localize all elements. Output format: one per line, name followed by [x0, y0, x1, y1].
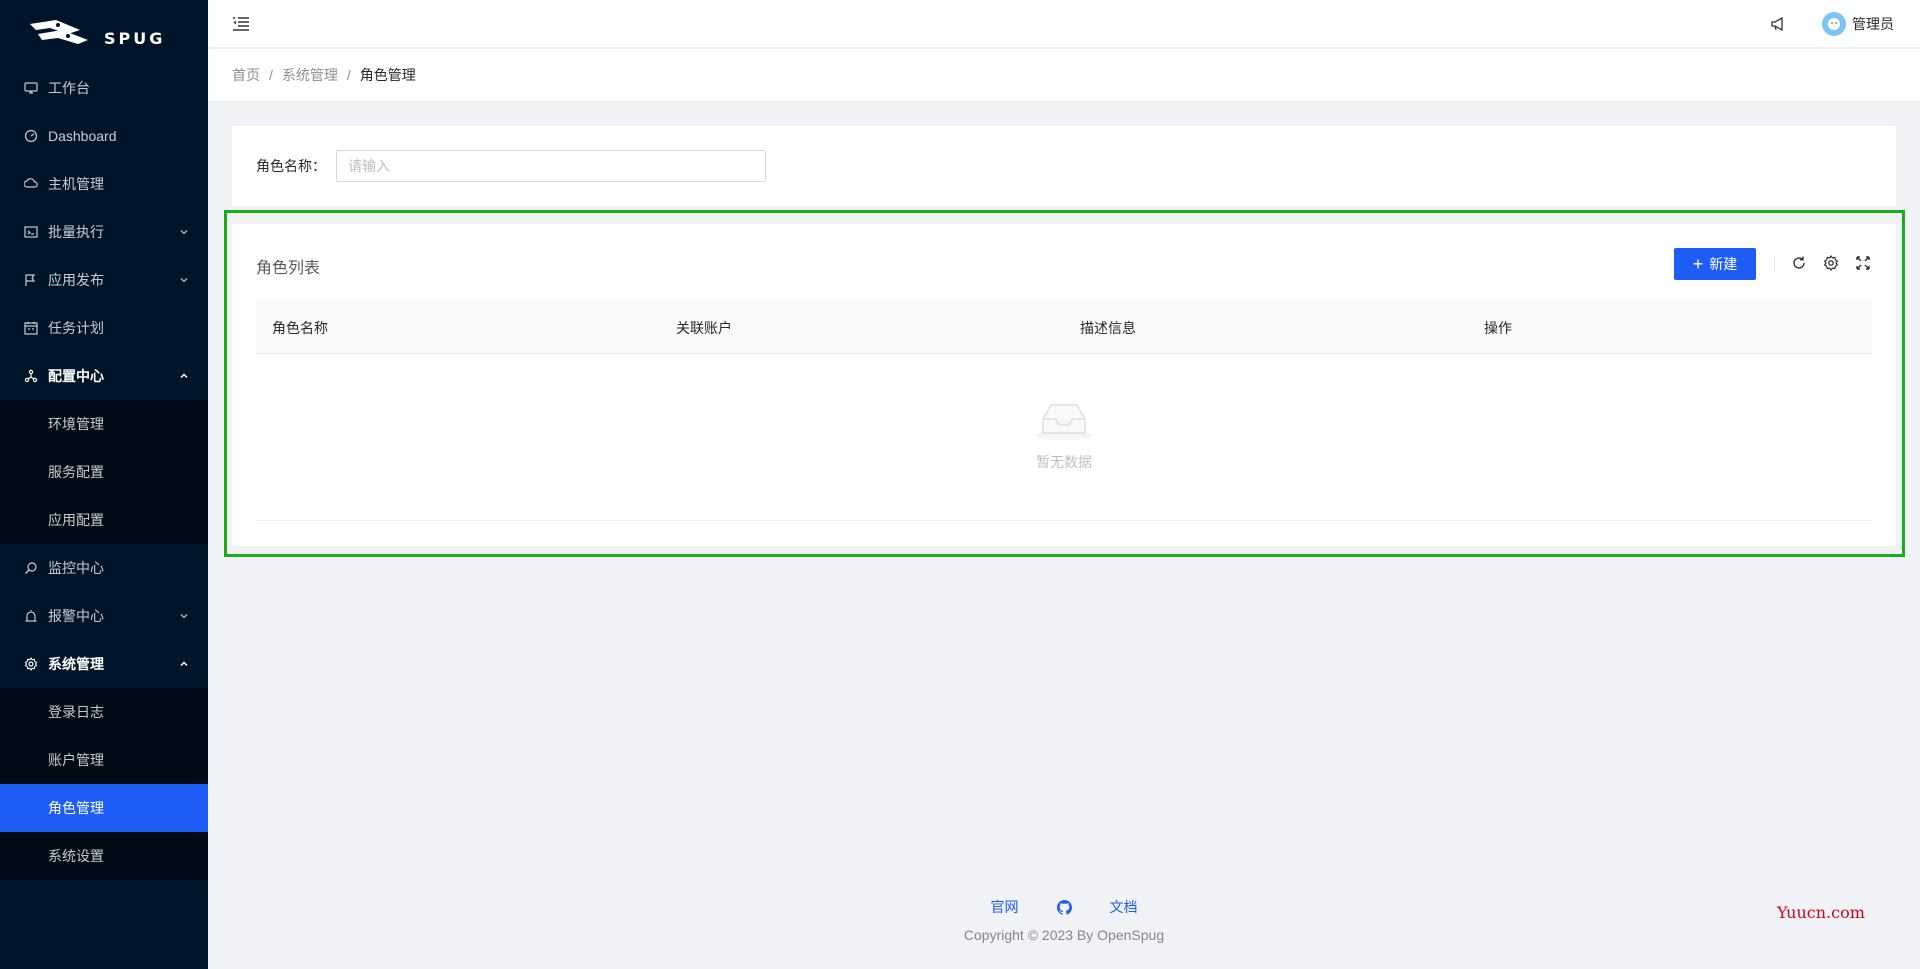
sidebar-item-config[interactable]: 配置中心	[0, 352, 208, 400]
sidebar-item-system-settings[interactable]: 系统设置	[0, 832, 208, 880]
user-menu[interactable]: 管理员	[1822, 12, 1894, 36]
sidebar-item-label: 应用发布	[48, 272, 104, 288]
avatar-face-icon	[1828, 18, 1840, 30]
chevron-up-icon	[180, 661, 188, 667]
sidebar-item-label: 登录日志	[48, 704, 104, 720]
sidebar-menu: 工作台 Dashboard 主机管理 批量执行 应用发布 任务计划 配置中心 环…	[0, 64, 208, 880]
chevron-down-icon	[180, 278, 188, 283]
sidebar-item-label: 工作台	[48, 80, 90, 96]
new-button-label: 新建	[1709, 256, 1738, 272]
sidebar-item-label: 配置中心	[48, 368, 104, 384]
watermark: Yuucn.com	[1777, 903, 1865, 922]
breadcrumb-separator: /	[269, 67, 273, 83]
copyright: Copyright © 2023 By OpenSpug	[963, 927, 1165, 943]
chevron-up-icon	[180, 373, 188, 379]
cloud-server-icon	[24, 177, 38, 191]
column-header-accounts[interactable]: 关联账户	[676, 318, 732, 338]
search-label: 角色名称：	[256, 158, 326, 174]
column-header-actions[interactable]: 操作	[1484, 318, 1512, 338]
github-icon[interactable]	[1056, 899, 1072, 915]
chevron-down-icon	[180, 614, 188, 619]
sidebar-item-label: 角色管理	[48, 800, 104, 816]
sidebar-item-system[interactable]: 系统管理	[0, 640, 208, 688]
sidebar-item-host[interactable]: 主机管理	[0, 160, 208, 208]
avatar	[1822, 12, 1846, 36]
footer-links: 官网 文档	[208, 897, 1920, 917]
breadcrumb-home[interactable]: 首页	[232, 65, 260, 85]
column-header-description[interactable]: 描述信息	[1080, 318, 1136, 338]
schedule-icon	[24, 321, 38, 335]
logo[interactable]: SPUG	[0, 0, 208, 64]
sidebar-item-role[interactable]: 角色管理	[0, 784, 208, 832]
username: 管理员	[1852, 16, 1894, 32]
logo-text: SPUG	[104, 28, 166, 48]
sidebar-item-label: 环境管理	[48, 416, 104, 432]
table-body: 暂无数据	[256, 354, 1872, 521]
breadcrumb-current: 角色管理	[359, 67, 416, 83]
breadcrumb-system[interactable]: 系统管理	[282, 65, 338, 85]
sidebar-item-login-log[interactable]: 登录日志	[0, 688, 208, 736]
sidebar-item-environment[interactable]: 环境管理	[0, 400, 208, 448]
top-header: 管理员	[208, 0, 1920, 48]
sidebar-item-schedule[interactable]: 任务计划	[0, 304, 208, 352]
footer-link-official[interactable]: 官网	[991, 897, 1019, 917]
sidebar-item-label: 系统管理	[48, 656, 104, 672]
sidebar-item-monitor[interactable]: 监控中心	[0, 544, 208, 592]
dashboard-icon	[24, 129, 38, 143]
sidebar-item-label: 批量执行	[48, 224, 104, 240]
submenu-config: 环境管理 服务配置 应用配置	[0, 400, 208, 544]
empty-text: 暂无数据	[1036, 454, 1092, 470]
desktop-icon	[24, 81, 38, 95]
flag-icon	[24, 273, 38, 287]
breadcrumb: 首页 / 系统管理 / 角色管理	[208, 49, 1920, 102]
sidebar-item-app-config[interactable]: 应用配置	[0, 496, 208, 544]
role-name-input[interactable]	[336, 150, 766, 182]
deployment-unit-icon	[24, 369, 38, 383]
toolbar-divider	[1774, 256, 1775, 272]
monitor-icon	[24, 561, 38, 575]
table-title: 角色列表	[256, 260, 321, 277]
new-role-button[interactable]: + 新建	[1674, 248, 1756, 280]
spug-logo-icon	[30, 20, 88, 44]
sidebar-item-label: Dashboard	[48, 128, 117, 144]
role-table-card: 角色列表 + 新建 角色名称 关联账户 描述信息 操作 暂无数据	[232, 224, 1896, 546]
sidebar-item-label: 监控中心	[48, 560, 104, 576]
sidebar-item-label: 主机管理	[48, 176, 104, 192]
sidebar-item-label: 应用配置	[48, 512, 104, 528]
column-header-role-name[interactable]: 角色名称	[272, 318, 328, 338]
sidebar-item-deploy[interactable]: 应用发布	[0, 256, 208, 304]
sidebar-item-exec[interactable]: 批量执行	[0, 208, 208, 256]
sidebar-item-label: 账户管理	[48, 752, 104, 768]
reload-icon[interactable]	[1790, 254, 1808, 272]
plus-icon: +	[1692, 254, 1704, 274]
footer-link-docs[interactable]: 文档	[1110, 897, 1138, 917]
column-setting-icon[interactable]	[1822, 254, 1840, 272]
chevron-down-icon	[180, 230, 188, 235]
sidebar: SPUG 工作台 Dashboard 主机管理 批量执行 应用发布 任务计划 配…	[0, 0, 208, 969]
submenu-system: 登录日志 账户管理 角色管理 系统设置	[0, 688, 208, 880]
sidebar-item-service-config[interactable]: 服务配置	[0, 448, 208, 496]
sidebar-item-label: 服务配置	[48, 464, 104, 480]
empty-inbox-icon	[1036, 404, 1092, 440]
code-icon	[24, 225, 38, 239]
sidebar-item-alarm[interactable]: 报警中心	[0, 592, 208, 640]
search-card: 角色名称：	[232, 126, 1896, 206]
sidebar-item-dashboard[interactable]: Dashboard	[0, 112, 208, 160]
sidebar-item-label: 报警中心	[48, 608, 104, 624]
sidebar-item-label: 任务计划	[48, 320, 104, 336]
fullscreen-icon[interactable]	[1854, 254, 1872, 272]
menu-fold-icon[interactable]	[232, 15, 250, 33]
sidebar-item-label: 系统设置	[48, 848, 104, 864]
breadcrumb-separator: /	[346, 67, 351, 83]
table-header: 角色名称 关联账户 描述信息 操作	[256, 300, 1872, 354]
sidebar-item-workbench[interactable]: 工作台	[0, 64, 208, 112]
notification-icon[interactable]	[1770, 16, 1786, 32]
alert-icon	[24, 609, 38, 623]
sidebar-item-account[interactable]: 账户管理	[0, 736, 208, 784]
setting-icon	[24, 657, 38, 671]
